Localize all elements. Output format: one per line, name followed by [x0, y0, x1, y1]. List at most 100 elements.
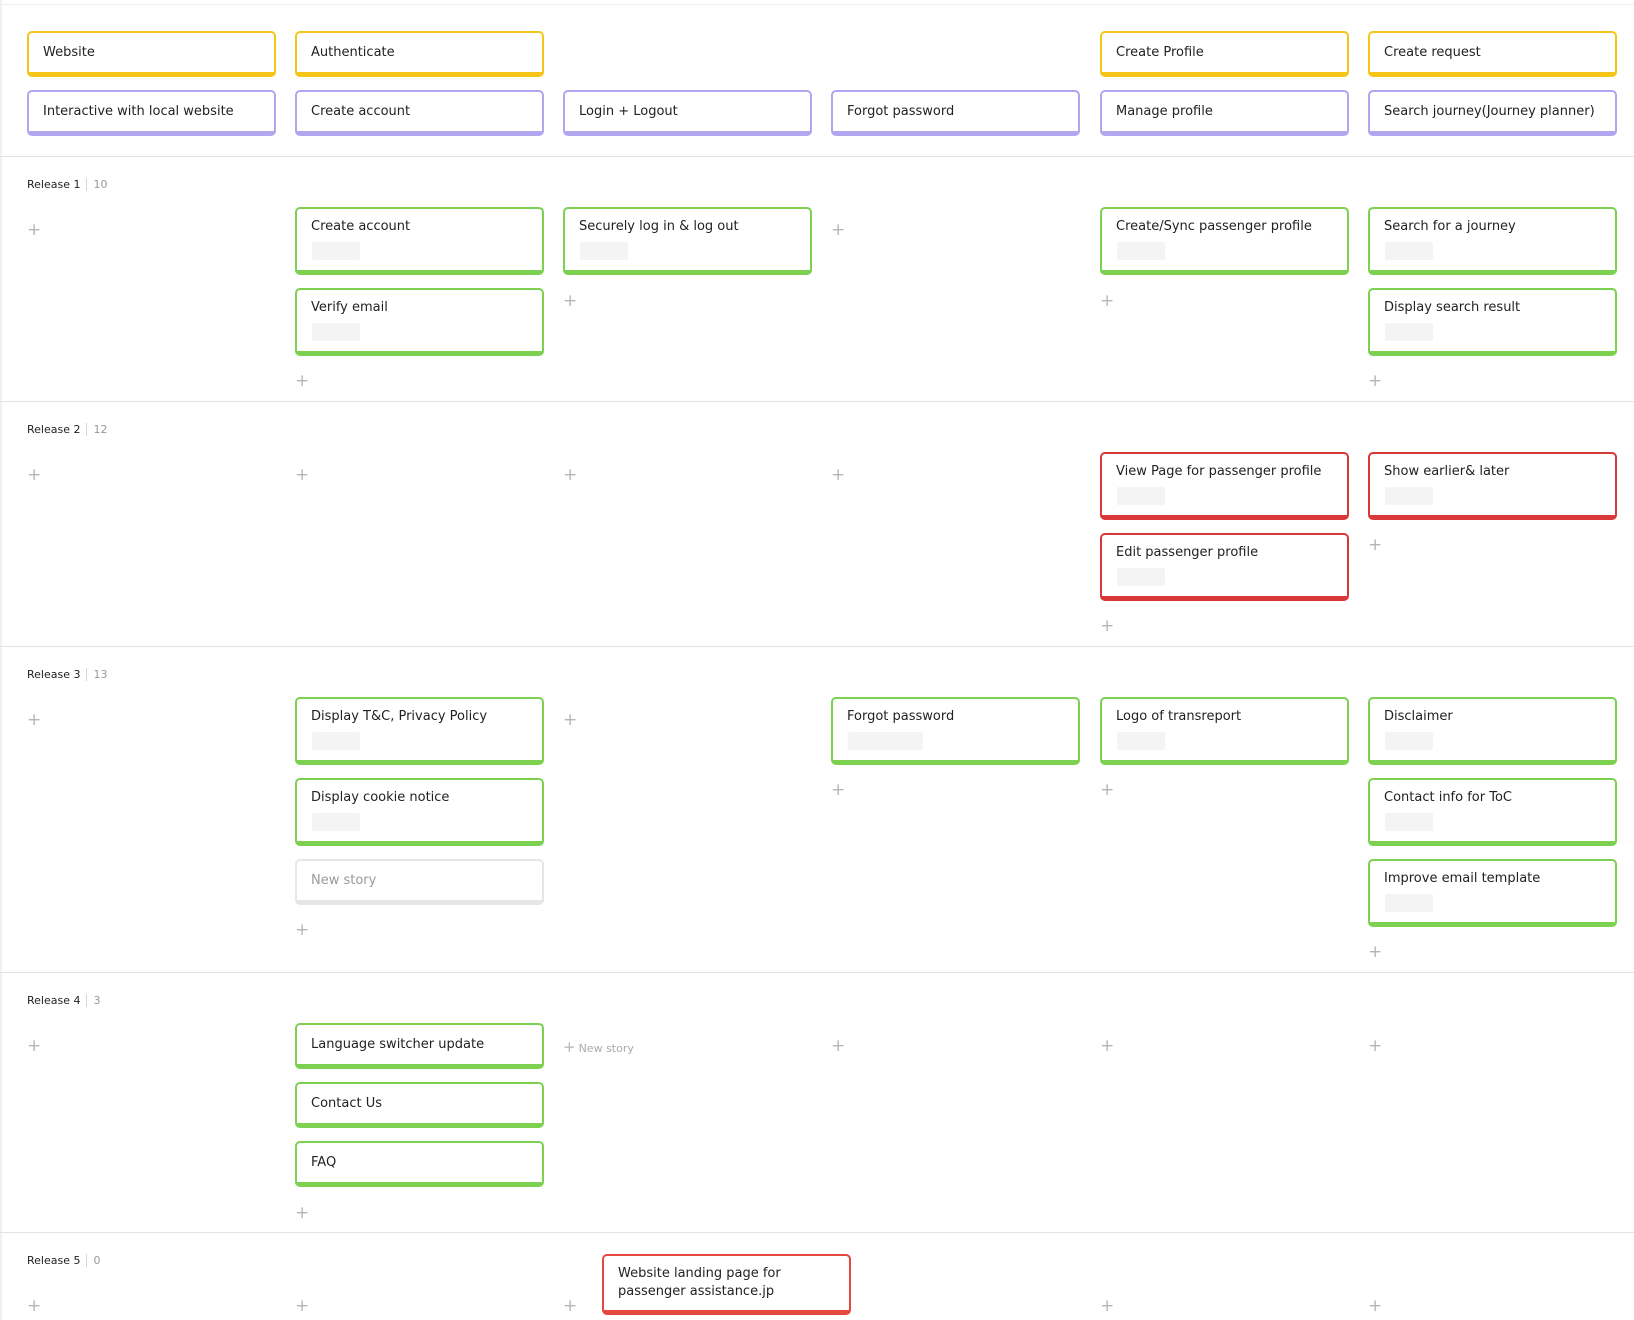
activity-card[interactable]: Authenticate: [295, 31, 544, 77]
plus-icon[interactable]: +: [1100, 1038, 1114, 1055]
story-map-board: Website Authenticate Create Profile Crea…: [0, 0, 1634, 1320]
story-card[interactable]: Forgot password: [831, 697, 1080, 765]
story-title: Logo of transreport: [1116, 709, 1242, 724]
activity-card[interactable]: Create Profile: [1100, 31, 1349, 77]
plus-icon[interactable]: +: [1368, 1298, 1382, 1315]
release-header: Release 3 13: [27, 668, 107, 681]
story-card[interactable]: Disclaimer: [1368, 697, 1617, 765]
plus-icon[interactable]: +: [295, 1298, 309, 1315]
story-card[interactable]: Logo of transreport: [1100, 697, 1349, 765]
story-meta-chip: [1385, 487, 1433, 505]
story-card[interactable]: Create account: [295, 207, 544, 275]
story-card[interactable]: Language switcher update: [295, 1023, 544, 1069]
story-title: Disclaimer: [1384, 709, 1453, 724]
release-name: Release 4: [27, 994, 81, 1007]
story-meta-chip: [312, 323, 360, 341]
story-card[interactable]: Verify email: [295, 288, 544, 356]
release-header: Release 1 10: [27, 178, 107, 191]
release-divider: [0, 1232, 1634, 1233]
story-title: Create account: [311, 219, 411, 234]
step-card[interactable]: Forgot password: [831, 90, 1080, 136]
story-title: Show earlier& later: [1384, 464, 1510, 479]
plus-icon[interactable]: +: [295, 922, 309, 939]
step-card[interactable]: Manage profile: [1100, 90, 1349, 136]
left-edge: [0, 0, 2, 1320]
plus-icon[interactable]: +: [1100, 1298, 1114, 1315]
story-meta-chip: [1385, 894, 1433, 912]
release-divider: [0, 401, 1634, 402]
plus-icon[interactable]: +: [1100, 782, 1114, 799]
plus-icon[interactable]: +: [1368, 373, 1382, 390]
plus-icon[interactable]: +: [563, 712, 577, 729]
plus-icon[interactable]: +: [1368, 537, 1382, 554]
plus-icon[interactable]: +: [1100, 293, 1114, 310]
story-title: Display T&C, Privacy Policy: [311, 709, 488, 724]
plus-icon[interactable]: +: [831, 467, 845, 484]
plus-icon[interactable]: +: [831, 782, 845, 799]
plus-icon[interactable]: +: [1368, 944, 1382, 961]
plus-icon[interactable]: +: [27, 1038, 41, 1055]
plus-icon[interactable]: +: [27, 222, 41, 239]
story-title: Create/Sync passenger profile: [1116, 219, 1312, 234]
story-card[interactable]: Display T&C, Privacy Policy: [295, 697, 544, 765]
story-card[interactable]: Search for a journey: [1368, 207, 1617, 275]
story-title: Edit passenger profile: [1116, 545, 1259, 560]
story-meta-chip: [580, 242, 628, 260]
story-card[interactable]: Securely log in & log out: [563, 207, 812, 275]
activity-card[interactable]: Create request: [1368, 31, 1617, 77]
story-meta-chip: [312, 242, 360, 260]
story-meta-chip: [312, 732, 360, 750]
story-meta-chip: [1117, 568, 1165, 586]
story-card[interactable]: View Page for passenger profile: [1100, 452, 1349, 520]
release-header: Release 5 0: [27, 1254, 100, 1267]
release-divider: [0, 972, 1634, 973]
plus-icon[interactable]: +: [831, 222, 845, 239]
new-story-button[interactable]: + New story: [563, 1038, 634, 1056]
release-header: Release 4 3: [27, 994, 100, 1007]
plus-icon[interactable]: +: [1100, 618, 1114, 635]
plus-icon[interactable]: +: [27, 467, 41, 484]
release-header: Release 2 12: [27, 423, 107, 436]
step-card[interactable]: Login + Logout: [563, 90, 812, 136]
plus-icon[interactable]: +: [295, 1205, 309, 1222]
release-count: 10: [86, 178, 107, 191]
story-card[interactable]: Contact Us: [295, 1082, 544, 1128]
top-ruler: [0, 0, 1634, 5]
plus-icon[interactable]: +: [831, 1038, 845, 1055]
step-card[interactable]: Interactive with local website: [27, 90, 276, 136]
step-card[interactable]: Create account: [295, 90, 544, 136]
story-meta-chip: [848, 732, 923, 750]
story-card[interactable]: Edit passenger profile: [1100, 533, 1349, 601]
story-meta-chip: [1117, 242, 1165, 260]
story-card[interactable]: FAQ: [295, 1141, 544, 1187]
story-card[interactable]: Website landing page for passenger assis…: [602, 1254, 851, 1315]
story-card[interactable]: Contact info for ToC: [1368, 778, 1617, 846]
story-meta-chip: [1385, 323, 1433, 341]
plus-icon[interactable]: +: [295, 373, 309, 390]
step-card[interactable]: Search journey(Journey planner): [1368, 90, 1617, 136]
plus-icon[interactable]: +: [563, 467, 577, 484]
story-card[interactable]: Create/Sync passenger profile: [1100, 207, 1349, 275]
story-card[interactable]: Display search result: [1368, 288, 1617, 356]
story-title: Display cookie notice: [311, 790, 450, 805]
story-card[interactable]: Show earlier& later: [1368, 452, 1617, 520]
plus-icon[interactable]: +: [563, 1298, 577, 1315]
story-title: Search for a journey: [1384, 219, 1516, 234]
release-count: 12: [86, 423, 107, 436]
new-story-card[interactable]: New story: [295, 859, 544, 905]
plus-icon[interactable]: +: [1368, 1038, 1382, 1055]
plus-icon[interactable]: +: [295, 467, 309, 484]
release-name: Release 5: [27, 1254, 81, 1267]
story-title: Forgot password: [847, 709, 955, 724]
story-meta-chip: [1385, 242, 1433, 260]
plus-icon[interactable]: +: [27, 712, 41, 729]
plus-icon[interactable]: +: [563, 293, 577, 310]
story-title: Display search result: [1384, 300, 1521, 315]
release-count: 3: [86, 994, 100, 1007]
activity-card[interactable]: Website: [27, 31, 276, 77]
plus-icon[interactable]: +: [27, 1298, 41, 1315]
story-title: Improve email template: [1384, 871, 1541, 886]
story-card[interactable]: Improve email template: [1368, 859, 1617, 927]
story-meta-chip: [1385, 813, 1433, 831]
story-card[interactable]: Display cookie notice: [295, 778, 544, 846]
